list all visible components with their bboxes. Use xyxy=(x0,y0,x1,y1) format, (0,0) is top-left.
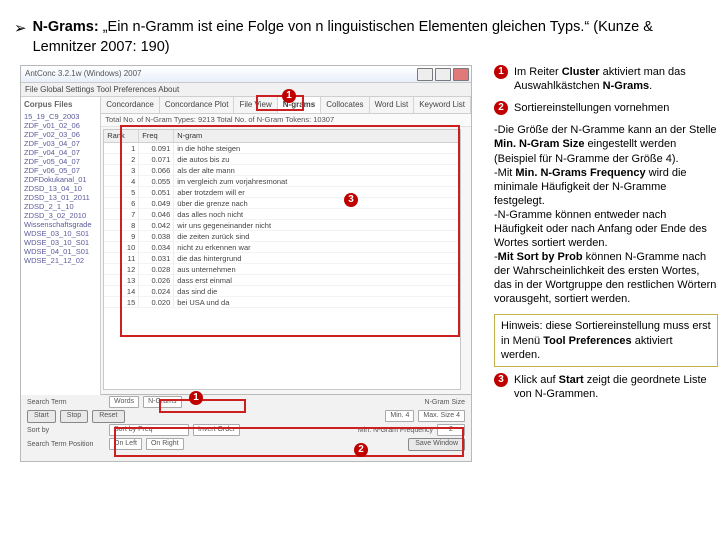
slide: ➢ N-Grams: „Ein n-Gramm ist eine Folge v… xyxy=(0,0,720,540)
highlight-results xyxy=(120,125,460,337)
window-buttons xyxy=(417,68,469,81)
corpus-files-panel: Corpus Files 15_19_C9_2003ZDF_v01_02_06Z… xyxy=(21,97,101,396)
corpus-file-item[interactable]: ZDF_v05_04_07 xyxy=(24,157,97,166)
window-title: AntConc 3.2.1w (Windows) 2007 xyxy=(25,69,142,78)
step-3-text: Klick auf Start zeigt die geordnete List… xyxy=(514,373,718,401)
step-1-badge: 1 xyxy=(494,65,508,79)
step-1-text: Im Reiter Cluster aktiviert man das Ausw… xyxy=(514,65,718,93)
step-3: 3 Klick auf Start zeigt die geordnete Li… xyxy=(494,373,718,401)
words-toggle[interactable]: Words xyxy=(109,396,139,408)
corpus-file-item[interactable]: ZDFDokukanal_01 xyxy=(24,175,97,184)
heading-text: N-Grams: „Ein n-Gramm ist eine Folge von… xyxy=(33,18,706,57)
close-icon[interactable] xyxy=(453,68,469,81)
highlight-tab-ngrams xyxy=(256,95,304,111)
corpus-file-item[interactable]: ZDF_v04_04_07 xyxy=(24,148,97,157)
corpus-file-item[interactable]: ZDSD_13_01_2011 xyxy=(24,193,97,202)
corpus-file-item[interactable]: WDSE_03_10_S01 xyxy=(24,238,97,247)
step-2-details: -Die Größe der N-Gramme kann an der Stel… xyxy=(494,123,718,306)
corpus-file-item[interactable]: WDSE_21_12_02 xyxy=(24,256,97,265)
corpus-file-item[interactable]: Wissenschaftsgrade xyxy=(24,220,97,229)
tab-word-list[interactable]: Word List xyxy=(370,97,415,113)
search-pos-label: Search Term Position xyxy=(27,441,105,448)
reset-button[interactable]: Reset xyxy=(92,410,124,423)
corpus-file-item[interactable]: ZDSD_2_1_10 xyxy=(24,202,97,211)
tool-preferences-note: Hinweis: diese Sortiereinstellung muss e… xyxy=(494,314,718,367)
corpus-files-header: Corpus Files xyxy=(24,100,97,109)
corpus-file-item[interactable]: ZDSD_13_04_10 xyxy=(24,184,97,193)
corpus-file-item[interactable]: WDSE_03_10_S01 xyxy=(24,229,97,238)
tab-concordance[interactable]: Concordance xyxy=(101,97,160,113)
ngram-size-label: N-Gram Size xyxy=(425,399,465,406)
heading-term: N-Grams: xyxy=(33,19,99,35)
explanations: 1 Im Reiter Cluster aktiviert man das Au… xyxy=(494,65,718,409)
minimize-icon[interactable] xyxy=(417,68,433,81)
ngram-max[interactable]: Max. Size 4 xyxy=(418,410,465,422)
search-term-label: Search Term xyxy=(27,399,105,406)
tab-keyword-list[interactable]: Keyword List xyxy=(414,97,471,113)
tab-concordance-plot[interactable]: Concordance Plot xyxy=(160,97,235,113)
corpus-file-item[interactable]: 15_19_C9_2003 xyxy=(24,112,97,121)
window-titlebar: AntConc 3.2.1w (Windows) 2007 xyxy=(21,66,471,83)
maximize-icon[interactable] xyxy=(435,68,451,81)
start-button[interactable]: Start xyxy=(27,410,56,423)
corpus-file-item[interactable]: ZDF_v02_03_06 xyxy=(24,130,97,139)
corpus-file-item[interactable]: ZDF_v01_02_06 xyxy=(24,121,97,130)
heading-quote: „Ein n-Gramm ist eine Folge von n lingui… xyxy=(33,19,653,55)
sortby-label: Sort by xyxy=(27,427,105,434)
step-2: 2 Sortiereinstellungen vornehmen xyxy=(494,101,718,115)
corpus-file-item[interactable]: ZDF_v06_05_07 xyxy=(24,166,97,175)
highlight-ngrams-checkbox xyxy=(159,399,246,413)
corpus-file-item[interactable]: WDSE_04_01_S01 xyxy=(24,247,97,256)
step-3-badge: 3 xyxy=(494,373,508,387)
corpus-file-item[interactable]: ZDF_v03_04_07 xyxy=(24,139,97,148)
corpus-file-item[interactable]: ZDSD_3_02_2010 xyxy=(24,211,97,220)
step-2-badge: 2 xyxy=(494,101,508,115)
bullet-icon: ➢ xyxy=(14,20,27,38)
step-2-text: Sortiereinstellungen vornehmen xyxy=(514,101,669,115)
step-1: 1 Im Reiter Cluster aktiviert man das Au… xyxy=(494,65,718,93)
ngram-min[interactable]: Min. 4 xyxy=(385,410,414,422)
highlight-sort-settings xyxy=(114,427,464,457)
menu-bar[interactable]: File Global Settings Tool Preferences Ab… xyxy=(21,83,471,97)
stop-button[interactable]: Stop xyxy=(60,410,88,423)
heading: ➢ N-Grams: „Ein n-Gramm ist eine Folge v… xyxy=(14,18,706,57)
content-area: AntConc 3.2.1w (Windows) 2007 File Globa… xyxy=(14,65,706,495)
tab-collocates[interactable]: Collocates xyxy=(321,97,369,113)
